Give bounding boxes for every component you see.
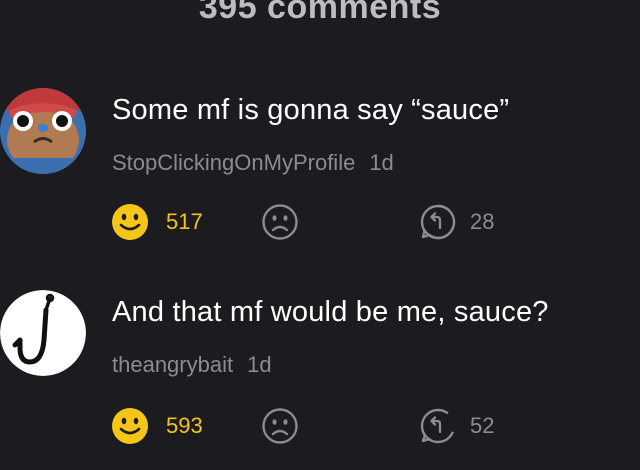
- frowning-face-icon: [262, 408, 298, 444]
- reply-button[interactable]: 52: [418, 406, 494, 446]
- like-count: 593: [166, 413, 203, 438]
- fishing-hook-avatar-icon: [0, 290, 86, 376]
- comment-age: 1d: [369, 150, 394, 175]
- avatar[interactable]: [0, 290, 86, 376]
- comment-text: Some mf is gonna say “sauce”: [112, 94, 510, 126]
- comment-age: 1d: [247, 352, 272, 377]
- like-button[interactable]: 517: [110, 202, 203, 242]
- like-count: 517: [166, 209, 203, 234]
- dislike-button[interactable]: [260, 406, 300, 446]
- smiley-face-icon: [112, 408, 148, 444]
- comment-item: Some mf is gonna say “sauce” StopClickin…: [0, 88, 640, 268]
- smiley-face-icon: [112, 204, 148, 240]
- reply-bubble-icon: [420, 204, 456, 240]
- like-button[interactable]: 593: [110, 406, 203, 446]
- reply-count: 52: [470, 413, 495, 438]
- dislike-button[interactable]: [260, 202, 300, 242]
- comment-text: And that mf would be me, sauce?: [112, 296, 549, 328]
- reply-bubble-icon: [420, 408, 456, 444]
- username-link[interactable]: StopClickingOnMyProfile: [112, 150, 355, 175]
- username-link[interactable]: theangrybait: [112, 352, 233, 377]
- reply-count: 28: [470, 209, 495, 234]
- avatar[interactable]: [0, 88, 86, 174]
- comment-item: And that mf would be me, sauce? theangry…: [0, 290, 640, 470]
- cartoon-bear-avatar-icon: [0, 88, 86, 174]
- comment-meta: StopClickingOnMyProfile 1d: [112, 150, 394, 176]
- comment-meta: theangrybait 1d: [112, 352, 272, 378]
- comments-count-title: 395 comments: [198, 0, 442, 26]
- reply-button[interactable]: 28: [418, 202, 494, 242]
- frowning-face-icon: [262, 204, 298, 240]
